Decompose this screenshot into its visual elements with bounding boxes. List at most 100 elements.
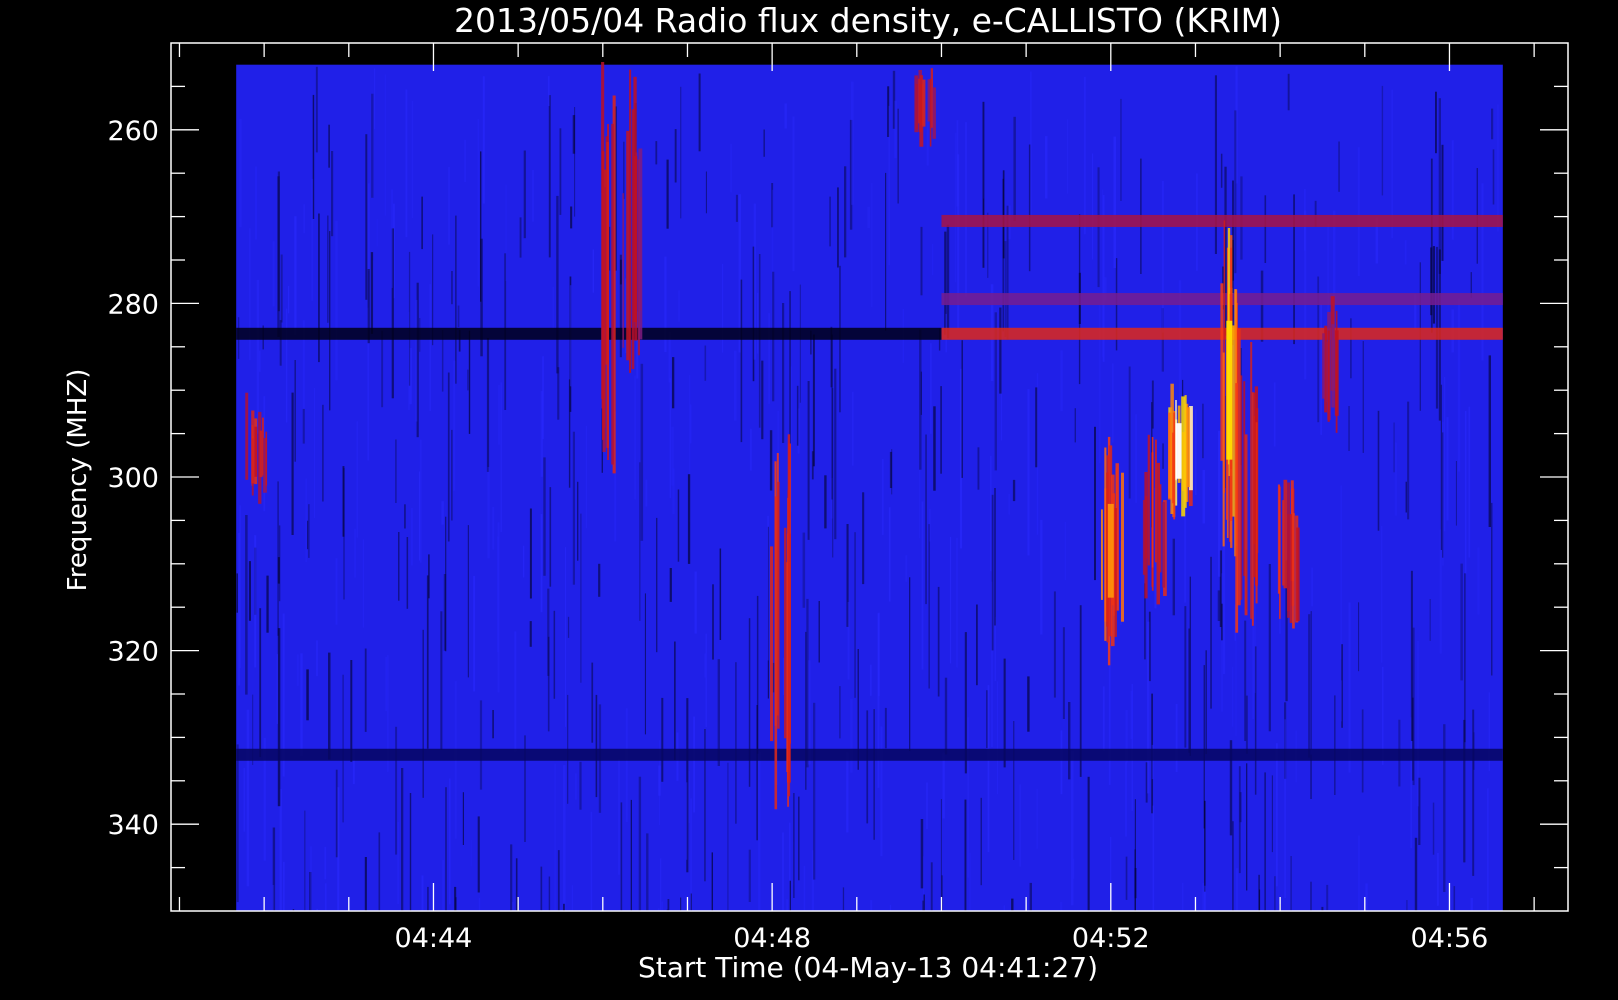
noise-streak: [1203, 885, 1207, 911]
noise-streak: [712, 584, 714, 660]
burst-streak: [1282, 500, 1285, 586]
noise-streak: [331, 151, 334, 237]
noise-streak: [991, 494, 994, 651]
noise-streak: [937, 586, 940, 697]
noise-streak: [851, 81, 854, 205]
noise-streak: [468, 330, 471, 434]
noise-streak: [609, 226, 611, 271]
noise-streak: [441, 501, 444, 525]
noise-streak: [1334, 695, 1336, 795]
noise-streak: [705, 171, 707, 214]
burst-streak: [1277, 484, 1281, 594]
noise-streak: [311, 178, 314, 301]
noise-streak: [891, 449, 893, 495]
noise-streak: [1410, 570, 1413, 741]
noise-streak: [371, 93, 374, 198]
burst-streak: [1296, 527, 1300, 621]
noise-streak: [870, 900, 873, 911]
noise-streak: [447, 372, 450, 542]
noise-streak: [976, 604, 978, 686]
noise-streak: [1205, 650, 1207, 755]
noise-streak: [572, 431, 575, 585]
noise-streak: [547, 636, 550, 732]
noise-streak: [767, 515, 769, 661]
noise-streak: [930, 343, 932, 434]
noise-streak: [1348, 406, 1350, 451]
noise-streak: [422, 629, 424, 798]
noise-streak: [730, 143, 732, 193]
noise-streak: [967, 717, 970, 878]
burst-streak: [787, 434, 791, 797]
noise-streak: [1204, 800, 1206, 892]
noise-streak: [1184, 606, 1187, 748]
noise-streak: [313, 388, 316, 518]
noise-streak: [1151, 380, 1154, 429]
noise-streak: [328, 124, 330, 168]
noise-streak: [1468, 406, 1471, 558]
burst-streak: [1334, 330, 1339, 416]
noise-streak: [999, 307, 1002, 394]
noise-streak: [842, 887, 845, 911]
noise-streak: [831, 334, 833, 500]
frequency-band: [236, 748, 1503, 761]
noise-streak: [748, 618, 751, 787]
noise-streak: [980, 797, 982, 886]
burst-streak: [602, 151, 605, 440]
noise-streak: [543, 457, 546, 576]
burst-streak: [1222, 352, 1225, 547]
noise-streak: [512, 901, 514, 911]
noise-streak: [575, 773, 577, 800]
noise-streak: [1290, 856, 1292, 911]
noise-streak: [1274, 876, 1276, 911]
noise-streak: [964, 799, 967, 911]
noise-streak: [1062, 627, 1065, 719]
burst-streak: [254, 426, 258, 477]
noise-streak: [803, 865, 806, 911]
noise-streak: [1087, 776, 1090, 911]
noise-streak: [246, 709, 250, 887]
burst-streak: [1232, 325, 1235, 517]
noise-streak: [1311, 567, 1314, 607]
noise-streak: [598, 563, 601, 597]
noise-streak: [982, 101, 985, 268]
noise-streak: [445, 787, 447, 911]
noise-streak: [365, 134, 368, 300]
noise-streak: [1012, 479, 1016, 502]
noise-streak: [1068, 702, 1071, 780]
noise-streak: [659, 858, 662, 911]
noise-streak: [480, 151, 482, 302]
noise-streak: [306, 669, 309, 721]
spectrogram-background: [236, 64, 1503, 911]
noise-streak: [294, 216, 297, 336]
noise-streak: [734, 350, 737, 421]
noise-streak: [1194, 409, 1197, 495]
noise-streak: [925, 434, 927, 605]
noise-streak: [782, 657, 785, 696]
noise-streak: [661, 697, 664, 782]
noise-streak: [405, 89, 408, 238]
noise-streak: [478, 897, 481, 911]
noise-streak: [547, 76, 550, 106]
noise-streak: [557, 367, 560, 420]
noise-streak: [1264, 772, 1266, 911]
noise-streak: [324, 846, 327, 880]
burst-streak: [1327, 330, 1330, 422]
noise-streak: [839, 686, 841, 739]
noise-streak: [889, 904, 892, 911]
noise-streak: [451, 271, 453, 305]
noise-streak: [940, 386, 942, 474]
noise-streak: [756, 292, 759, 354]
noise-streak: [329, 231, 331, 411]
noise-streak: [397, 821, 399, 904]
burst-streak: [638, 148, 643, 340]
noise-streak: [954, 132, 957, 283]
noise-streak: [768, 313, 771, 404]
burst-streak: [1121, 472, 1124, 622]
noise-streak: [304, 810, 306, 911]
noise-streak: [368, 183, 370, 272]
noise-streak: [305, 478, 307, 563]
noise-streak: [395, 439, 397, 503]
noise-streak: [1120, 98, 1122, 201]
noise-streak: [315, 66, 318, 153]
noise-streak: [888, 105, 890, 266]
